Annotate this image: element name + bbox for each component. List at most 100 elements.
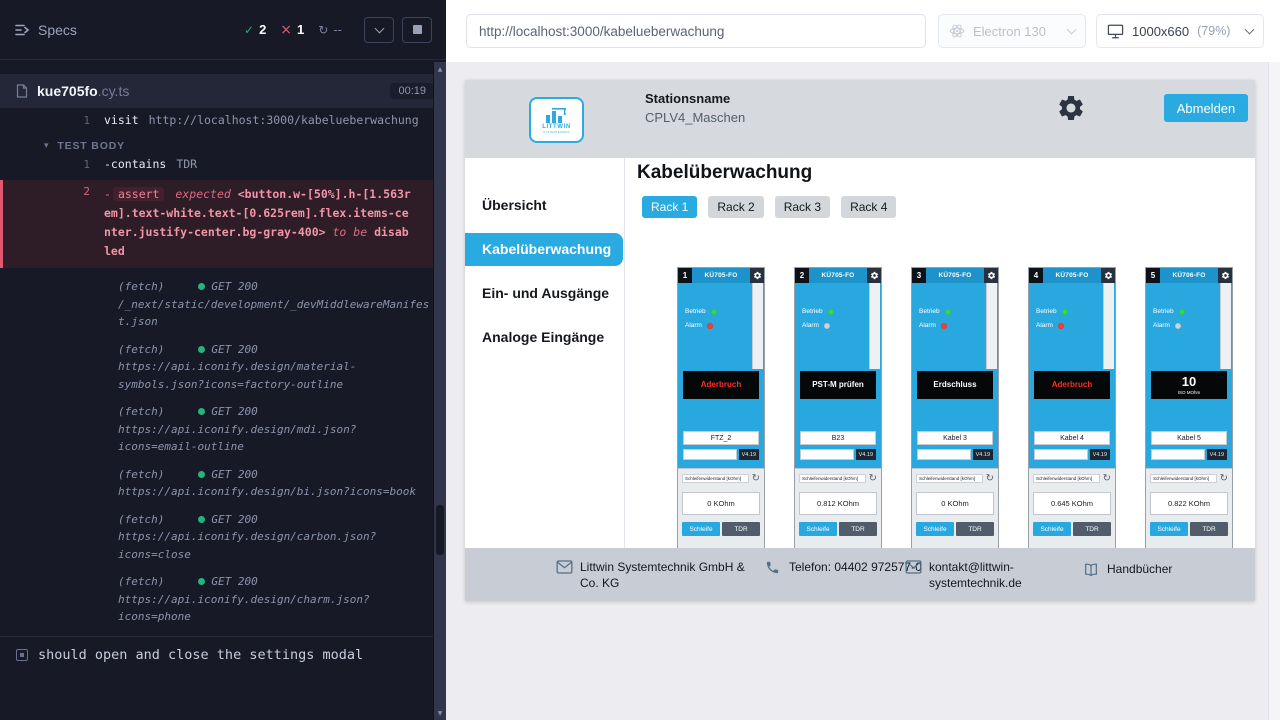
tdr-button[interactable]: TDR xyxy=(1190,522,1228,536)
command-contains[interactable]: 1 -contains TDR xyxy=(0,152,446,174)
tdr-button[interactable]: TDR xyxy=(839,522,877,536)
card-settings-icon[interactable] xyxy=(867,268,881,283)
fetch-log-entry: (fetch) GET 200 https://api.iconify.desig… xyxy=(118,403,430,456)
fetch-tag: (fetch) xyxy=(118,466,164,484)
tab-rack-1[interactable]: Rack 1 xyxy=(642,196,697,218)
scroll-down-arrow[interactable]: ▼ xyxy=(434,706,446,720)
refresh-icon[interactable]: ↻ xyxy=(752,473,760,484)
status-ok-dot xyxy=(198,346,205,353)
spacer-box xyxy=(1151,449,1205,460)
tdr-button[interactable]: TDR xyxy=(1073,522,1111,536)
refresh-icon[interactable]: ↻ xyxy=(1220,473,1228,484)
sidebar-item-kabelueberwachung[interactable]: Kabelüberwachung xyxy=(465,233,623,266)
resistance-value: 0.822 KOhm xyxy=(1150,492,1228,515)
status-display: PST-M prüfen xyxy=(800,371,876,399)
card-settings-icon[interactable] xyxy=(1218,268,1232,283)
assert-to-be: to be xyxy=(333,225,368,239)
viewport-selector[interactable]: 1000x660 (79%) xyxy=(1096,14,1264,48)
resistance-value: 0.812 KOhm xyxy=(799,492,877,515)
iso-value: 10 xyxy=(1182,375,1196,388)
reporter-scrollbar[interactable]: ▲ ▼ xyxy=(433,62,446,720)
card-settings-icon[interactable] xyxy=(984,268,998,283)
sidebar-item-uebersicht[interactable]: Übersicht xyxy=(465,188,624,222)
resistance-value: 0 KOhm xyxy=(682,492,760,515)
tdr-button[interactable]: TDR xyxy=(956,522,994,536)
browser-selector[interactable]: Electron 130 xyxy=(938,14,1086,48)
url-input[interactable] xyxy=(466,14,926,48)
assert-badge: assert xyxy=(113,187,165,201)
tab-rack-4[interactable]: Rack 4 xyxy=(841,196,896,218)
refresh-icon[interactable]: ↻ xyxy=(986,473,994,484)
specs-button[interactable]: Specs xyxy=(14,22,77,38)
command-line-number: 1 xyxy=(0,114,104,127)
scroll-up-arrow[interactable]: ▲ xyxy=(434,62,446,76)
card-model: KÜ705-FO xyxy=(1043,268,1101,283)
fetch-tag: (fetch) xyxy=(118,573,164,591)
fetch-tag: (fetch) xyxy=(118,403,164,421)
sidebar-item-analoge-eingaenge[interactable]: Analoge Eingänge xyxy=(465,318,624,356)
tdr-button[interactable]: TDR xyxy=(722,522,760,536)
footer-manuals[interactable]: Handbücher xyxy=(1083,561,1172,577)
card-side-panel xyxy=(1103,283,1114,369)
stop-run-button[interactable] xyxy=(402,17,432,43)
resistance-value: 0 KOhm xyxy=(916,492,994,515)
loop-resistance-label: Schleifenwiderstand [kOhm] xyxy=(1033,474,1100,483)
command-visit[interactable]: 1 visit http://localhost:3000/kabelueber… xyxy=(0,108,446,130)
schleife-button[interactable]: Schleife xyxy=(799,522,837,536)
spec-header[interactable]: kue705fo.cy.ts 00:19 xyxy=(0,74,446,108)
betrieb-label: Betrieb xyxy=(1036,308,1057,315)
fetch-log-entry: (fetch)GET 200 https://api.iconify.desig… xyxy=(118,573,430,626)
fetch-tag: (fetch) xyxy=(118,511,164,529)
schleife-button[interactable]: Schleife xyxy=(916,522,954,536)
sidebar-item-ein-und-ausgaenge[interactable]: Ein- und Ausgänge xyxy=(465,274,624,312)
status-ok-dot xyxy=(198,408,205,415)
spacer-box xyxy=(1034,449,1088,460)
rack-tabs: Rack 1 Rack 2 Rack 3 Rack 4 xyxy=(642,196,896,218)
status-ok-dot xyxy=(198,283,205,290)
fetch-url: https://api.iconify.design/mdi.json?icon… xyxy=(118,421,430,456)
alarm-label: Alarm xyxy=(1153,322,1170,329)
tab-rack-2[interactable]: Rack 2 xyxy=(708,196,763,218)
logout-button[interactable]: Abmelden xyxy=(1164,94,1248,122)
status-ok-dot xyxy=(198,516,205,523)
firmware-version: V4.19 xyxy=(739,449,759,460)
schleife-button[interactable]: Schleife xyxy=(1033,522,1071,536)
betrieb-led xyxy=(1062,309,1068,315)
refresh-icon[interactable]: ↻ xyxy=(869,473,877,484)
card-settings-icon[interactable] xyxy=(750,268,764,283)
loop-resistance-label: Schleifenwiderstand [kOhm] xyxy=(682,474,749,483)
spacer-box xyxy=(683,449,737,460)
browser-label: Electron 130 xyxy=(973,24,1046,39)
card-side-panel xyxy=(869,283,880,369)
fetch-tag: (fetch) xyxy=(118,278,164,296)
page-scrollbar[interactable] xyxy=(1268,62,1280,720)
fetch-url: https://api.iconify.design/material-symb… xyxy=(118,358,430,393)
cable-name: FTZ_2 xyxy=(683,431,759,445)
chevron-down-icon xyxy=(1245,25,1255,35)
collapsed-test-row[interactable]: should open and close the settings modal xyxy=(0,636,446,673)
card-number: 1 xyxy=(678,268,692,283)
status-display: Erdschluss xyxy=(917,371,993,399)
settings-gear-icon[interactable] xyxy=(1056,93,1086,123)
command-arg: http://localhost:3000/kabelueberwachung xyxy=(149,113,419,127)
loop-resistance-label: Schleifenwiderstand [kOhm] xyxy=(799,474,866,483)
betrieb-led xyxy=(711,309,717,315)
assert-dash: - xyxy=(104,187,111,201)
station-info: Stationsname CPLV4_Maschen xyxy=(645,91,745,125)
tab-rack-3[interactable]: Rack 3 xyxy=(775,196,830,218)
refresh-icon[interactable]: ↻ xyxy=(1103,473,1111,484)
failed-assert-command[interactable]: 2 -assert expected <button.w-[50%].h-[1.… xyxy=(0,180,446,268)
schleife-button[interactable]: Schleife xyxy=(1150,522,1188,536)
test-body-toggle[interactable]: ▾ TEST BODY xyxy=(0,140,446,152)
cable-name: Kabel 3 xyxy=(917,431,993,445)
logo-text: LITTWIN xyxy=(542,124,571,130)
fetch-log-entry: (fetch)GET 200 https://api.iconify.desig… xyxy=(118,341,430,394)
card-settings-icon[interactable] xyxy=(1101,268,1115,283)
schleife-button[interactable]: Schleife xyxy=(682,522,720,536)
loop-resistance-label: Schleifenwiderstand [kOhm] xyxy=(916,474,983,483)
fetch-tag: (fetch) xyxy=(118,341,164,359)
fetch-method: GET 200 xyxy=(211,403,257,421)
collapse-reporter-button[interactable] xyxy=(364,17,394,43)
aut-workspace: LITTWIN SYSTEMTECHNIK Stationsname CPLV4… xyxy=(446,62,1280,720)
scrollbar-thumb[interactable] xyxy=(436,505,444,555)
